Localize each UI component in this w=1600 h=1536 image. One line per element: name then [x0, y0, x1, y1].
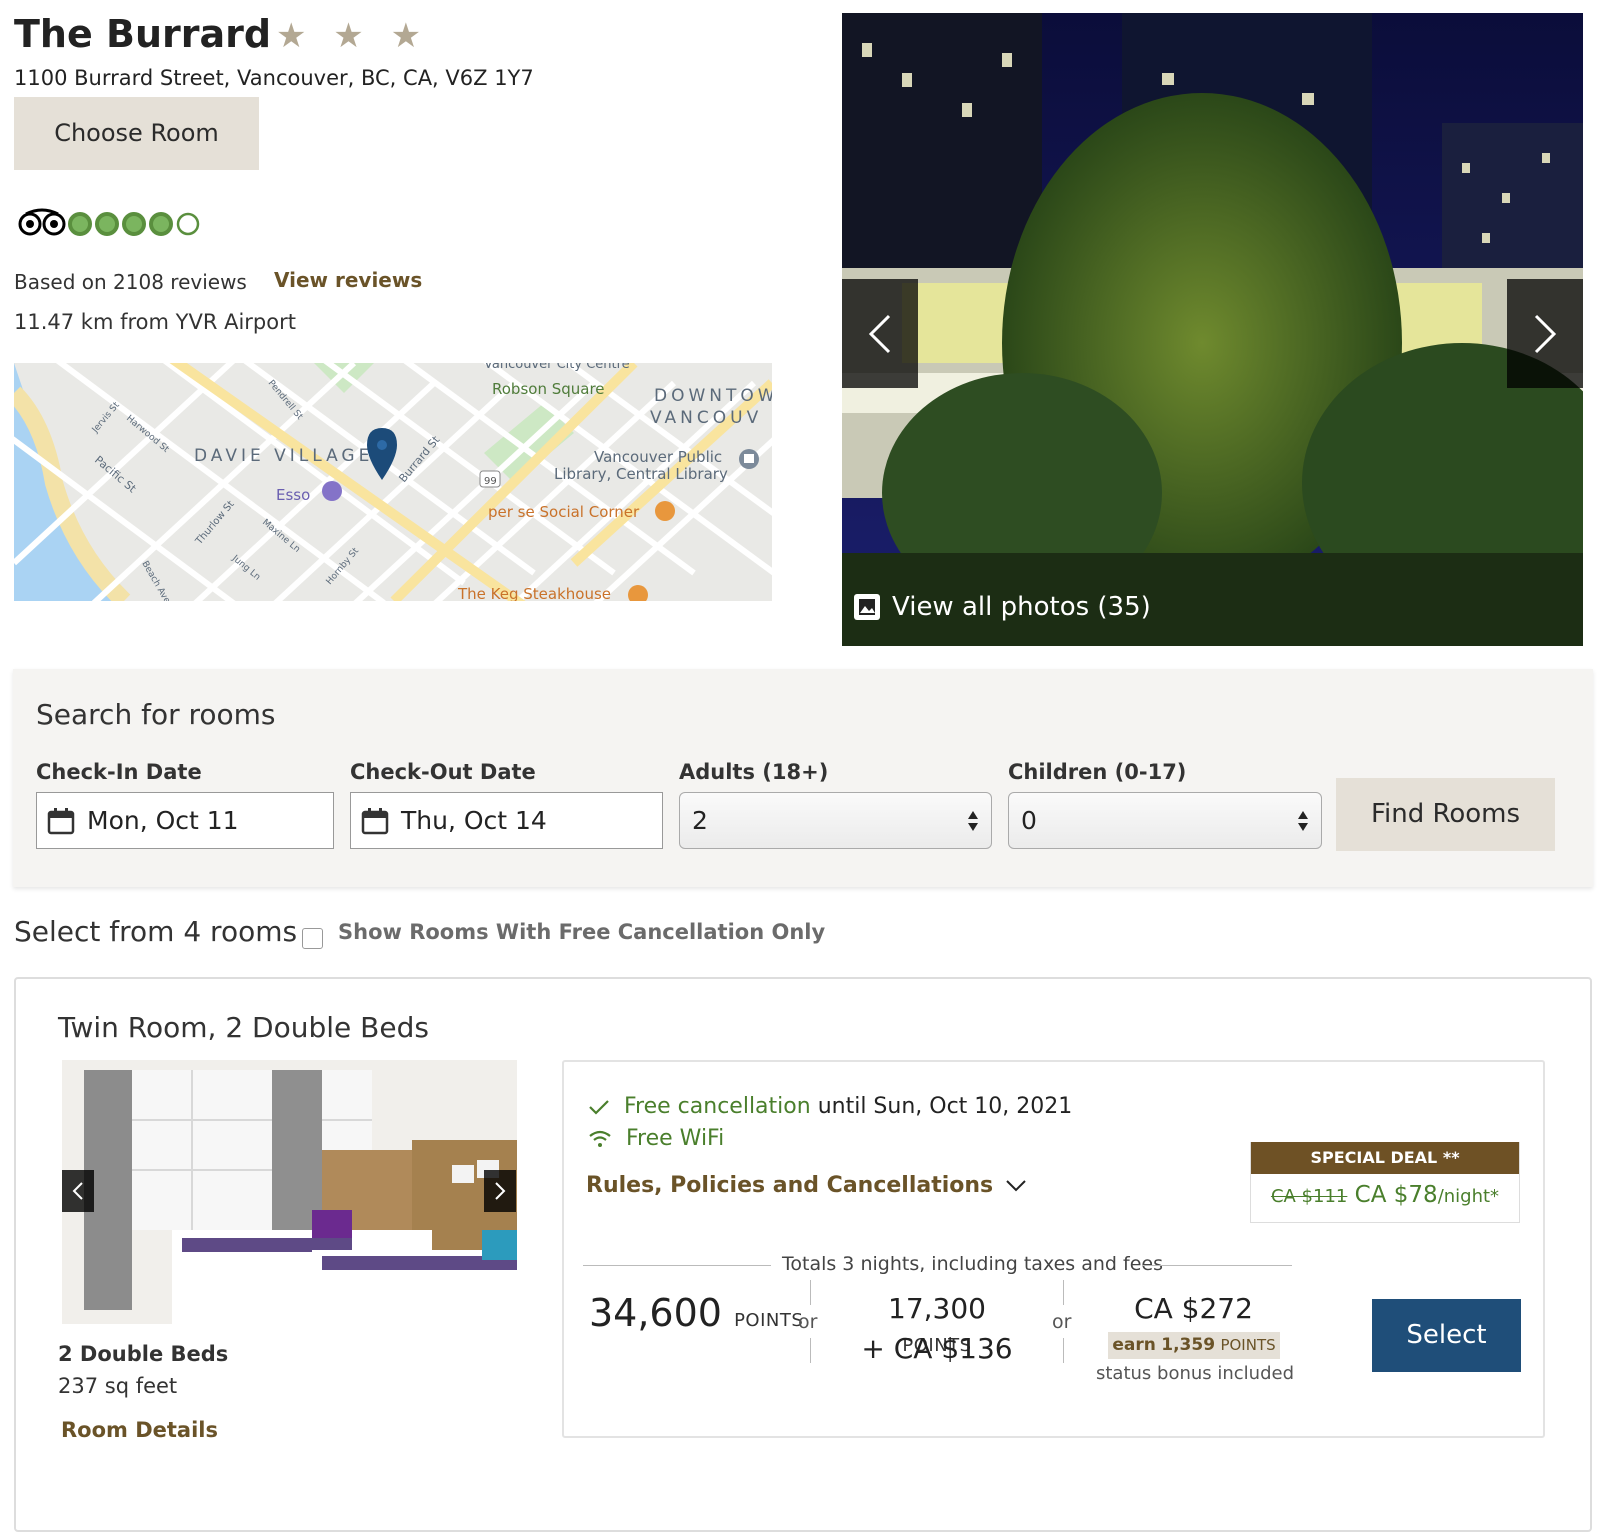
free-cancellation-strong: Free cancellation [624, 1094, 811, 1119]
map-label-library-1: Vancouver Public [594, 448, 722, 466]
select-arrows-icon [1298, 810, 1308, 831]
room-title: Twin Room, 2 Double Beds [58, 1011, 429, 1044]
rules-policies-toggle[interactable]: Rules, Policies and Cancellations [586, 1173, 1027, 1198]
or-separator: or [798, 1311, 818, 1333]
rating-bubbles [68, 212, 200, 236]
map-route-badge: 99 [484, 476, 497, 487]
divider [810, 1280, 811, 1305]
wifi-icon [589, 1130, 611, 1147]
chevron-left-icon [72, 1182, 83, 1200]
checkin-label: Check-In Date [36, 760, 202, 784]
original-price: CA $111 [1270, 1186, 1348, 1207]
map-label-esso: Esso [276, 486, 310, 504]
rules-policies-label: Rules, Policies and Cancellations [586, 1173, 994, 1198]
map-label-downtown-2: VANCOUV [650, 408, 762, 428]
view-all-photos-label: View all photos (35) [892, 592, 1151, 622]
find-rooms-button[interactable]: Find Rooms [1336, 778, 1555, 851]
deal-price: CA $78 [1354, 1182, 1438, 1208]
children-label: Children (0-17) [1008, 760, 1187, 784]
star-rating: ★ ★ ★ [276, 16, 430, 56]
map-label-vcc: Vancouver City Centre [484, 363, 630, 372]
view-reviews-link[interactable]: View reviews [274, 268, 422, 292]
divider [1063, 1280, 1064, 1305]
map-label-perse: per se Social Corner [488, 503, 640, 521]
divider [810, 1338, 811, 1363]
chevron-left-icon [868, 314, 891, 353]
special-deal-header: SPECIAL DEAL ** [1251, 1142, 1519, 1174]
map-label-robson: Robson Square [492, 380, 605, 398]
special-deal-price: CA $111 CA $78/night* [1251, 1182, 1519, 1208]
choose-room-button[interactable]: Choose Room [14, 97, 259, 170]
earn-points-unit: POINTS [1220, 1336, 1276, 1354]
chevron-down-icon [1006, 1179, 1026, 1191]
children-value: 0 [1021, 806, 1037, 835]
free-cancellation-until: until Sun, Oct 10, 2021 [817, 1094, 1073, 1119]
points-value: 34,600 [589, 1291, 722, 1335]
map-label-downtown-1: DOWNTOW [654, 386, 772, 406]
photo-next-button[interactable] [1507, 279, 1583, 388]
room-beds: 2 Double Beds [58, 1342, 229, 1366]
free-wifi-info: Free WiFi [588, 1126, 724, 1151]
select-room-button[interactable]: Select [1372, 1299, 1521, 1372]
points-unit: POINTS [734, 1310, 804, 1331]
room-size: 237 sq feet [58, 1374, 178, 1398]
free-wifi-label: Free WiFi [626, 1126, 725, 1151]
map-label-davie: DAVIE VILLAGE [194, 446, 373, 466]
checkin-date-field[interactable]: Mon, Oct 11 [36, 792, 334, 849]
photo-prev-button[interactable] [842, 279, 918, 388]
divider [1063, 1338, 1064, 1363]
tripadvisor-owl-icon [18, 208, 66, 236]
hotel-name: The Burrard [14, 12, 272, 56]
free-cancellation-checkbox[interactable] [302, 928, 323, 949]
library-marker-icon [739, 449, 759, 469]
or-separator: or [1052, 1311, 1072, 1333]
hotel-photo[interactable] [842, 13, 1583, 646]
totals-divider-left [583, 1265, 771, 1266]
checkmark-icon [589, 1099, 609, 1115]
earn-points-value: 1,359 [1161, 1335, 1216, 1355]
room-details-link[interactable]: Room Details [61, 1418, 218, 1442]
earn-points-badge: earn 1,359 POINTS [1108, 1332, 1280, 1359]
adults-value: 2 [692, 806, 708, 835]
airport-distance: 11.47 km from YVR Airport [14, 310, 296, 334]
calendar-icon [47, 807, 75, 834]
room-photo-prev-button[interactable] [62, 1170, 94, 1212]
status-bonus-note: status bonus included [1095, 1363, 1295, 1384]
earn-prefix: earn [1112, 1335, 1156, 1355]
checkin-date-value: Mon, Oct 11 [87, 806, 239, 835]
room-photo-next-button[interactable] [484, 1170, 516, 1212]
tripadvisor-rating [16, 206, 206, 246]
chevron-right-icon [1534, 314, 1557, 353]
free-cancellation-info: Free cancellation until Sun, Oct 10, 202… [588, 1094, 1072, 1119]
rooms-count-title: Select from 4 rooms [14, 915, 298, 948]
deal-price-unit: /night* [1437, 1186, 1500, 1207]
map-label-keg: The Keg Steakhouse [457, 585, 611, 601]
calendar-icon [361, 807, 389, 834]
chevron-right-icon [495, 1182, 506, 1200]
esso-marker-icon [322, 481, 342, 501]
points-price: 34,600 POINTS [589, 1291, 803, 1335]
view-all-photos-link[interactable]: View all photos (35) [852, 592, 1151, 622]
location-map[interactable]: Robson Square DOWNTOW VANCOUV DAVIE VILL… [14, 363, 772, 601]
cash-price: CA $272 [1134, 1292, 1253, 1325]
hotel-address: 1100 Burrard Street, Vancouver, BC, CA, … [14, 66, 534, 90]
adults-label: Adults (18+) [679, 760, 829, 784]
totals-note: Totals 3 nights, including taxes and fee… [782, 1253, 1163, 1275]
review-count: Based on 2108 reviews [14, 270, 247, 294]
checkout-date-value: Thu, Oct 14 [401, 806, 547, 835]
children-select[interactable]: 0 [1008, 792, 1322, 849]
adults-select[interactable]: 2 [679, 792, 992, 849]
room-photo[interactable] [62, 1060, 517, 1324]
free-cancellation-label[interactable]: Show Rooms With Free Cancellation Only [338, 920, 825, 944]
mix-points-value: 17,300 [888, 1292, 986, 1325]
totals-divider-right [1142, 1265, 1292, 1266]
points-plus-cash-cash: + CA $136 [861, 1332, 1013, 1365]
search-title: Search for rooms [36, 698, 276, 731]
checkout-label: Check-Out Date [350, 760, 536, 784]
gallery-icon [854, 594, 880, 620]
map-label-library-2: Library, Central Library [554, 465, 728, 483]
checkout-date-field[interactable]: Thu, Oct 14 [350, 792, 663, 849]
select-arrows-icon [968, 810, 978, 831]
